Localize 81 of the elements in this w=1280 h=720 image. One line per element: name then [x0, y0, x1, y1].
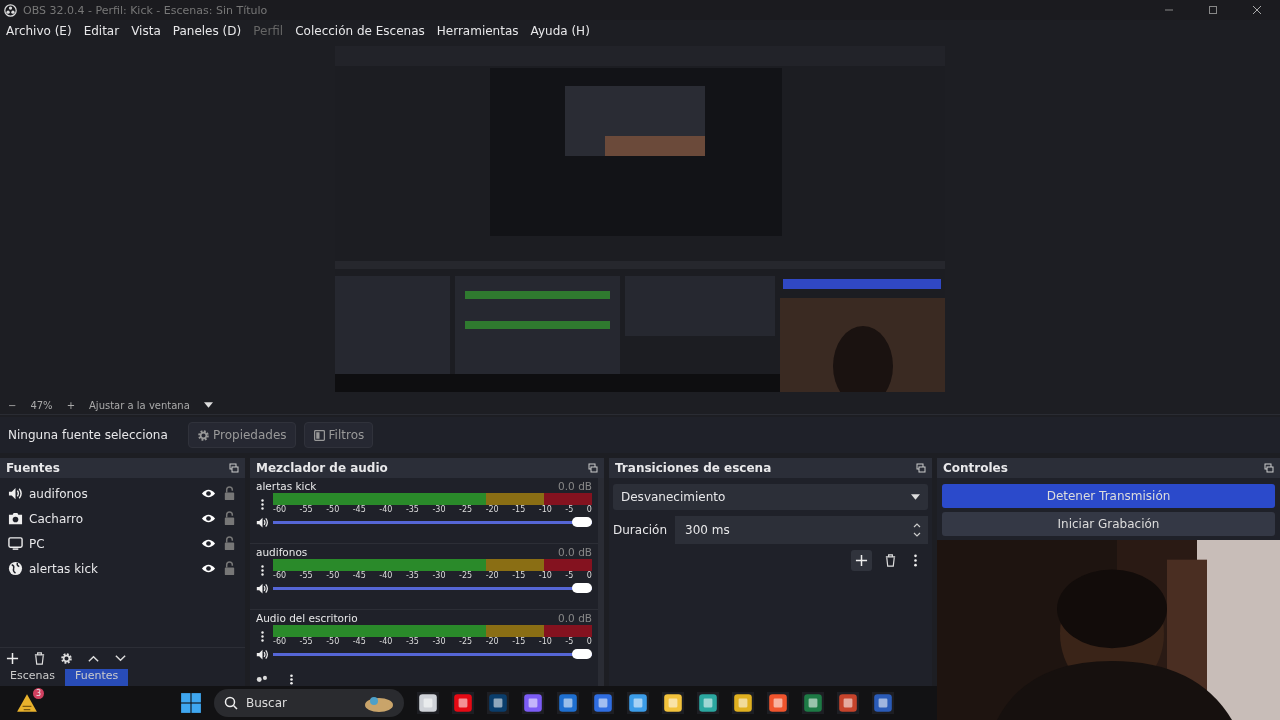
scale-label: -40: [379, 505, 393, 515]
duration-label: Duración: [613, 523, 667, 537]
db-reading: 0.0 dB: [558, 480, 592, 492]
menu-item[interactable]: Editar: [83, 24, 120, 38]
source-item[interactable]: Cacharro: [0, 506, 245, 531]
db-reading: 0.0 dB: [558, 546, 592, 558]
scale-label: -45: [352, 505, 366, 515]
scale-label: -30: [432, 505, 446, 515]
dock-title: Fuentes: [6, 461, 60, 475]
selection-status: Ninguna fuente selecciona: [8, 428, 169, 442]
dock-title: Transiciones de escena: [615, 461, 772, 475]
scale-label: -25: [459, 505, 473, 515]
scale-label: -5: [565, 637, 574, 647]
control-button[interactable]: Iniciar Grabación: [942, 512, 1275, 536]
source-item[interactable]: PC: [0, 531, 245, 556]
search-field[interactable]: Buscar: [214, 689, 404, 717]
menu-item[interactable]: Archivo (E): [6, 24, 72, 38]
scale-label: -20: [485, 505, 499, 515]
scale-label: -15: [512, 505, 526, 515]
scale-label: -10: [538, 505, 552, 515]
scale-label: -35: [405, 637, 419, 647]
scale-label: -5: [565, 505, 574, 515]
scale-label: -20: [485, 637, 499, 647]
db-reading: 0.0 dB: [558, 612, 592, 624]
scale-label: -60: [273, 505, 287, 515]
duration-field[interactable]: 300 ms: [675, 516, 928, 544]
menu-item[interactable]: Herramientas: [436, 24, 519, 38]
scale-label: -60: [273, 571, 287, 581]
scale-label: -60: [273, 637, 287, 647]
dock-title: Mezclador de audio: [256, 461, 388, 475]
source-name: Cacharro: [29, 511, 85, 526]
channel-name: alertas kick: [256, 480, 317, 492]
scale-label: -25: [459, 637, 473, 647]
scale-label: -40: [379, 637, 393, 647]
scale-label: -20: [485, 571, 499, 581]
zoom-level: 47%: [30, 399, 53, 411]
notification-badge: 3: [33, 688, 44, 699]
dock-tab[interactable]: Escenas: [0, 669, 65, 686]
scale-label: -15: [512, 637, 526, 647]
fit-window-dropdown[interactable]: Ajustar a la ventana: [89, 399, 190, 411]
source-item[interactable]: alertas kick: [0, 556, 245, 581]
scale-label: 0: [586, 571, 592, 581]
scale-label: -30: [432, 637, 446, 647]
scale-label: -40: [379, 571, 393, 581]
scale-label: -50: [326, 571, 340, 581]
control-button[interactable]: Detener Transmisión: [942, 484, 1275, 508]
dock-title: Controles: [943, 461, 1008, 475]
menu-item[interactable]: Paneles (D): [172, 24, 242, 38]
zoom-out-button[interactable]: −: [8, 399, 17, 411]
scale-label: 0: [586, 505, 592, 515]
zoom-in-button[interactable]: +: [66, 399, 75, 411]
transition-dropdown[interactable]: Desvanecimiento: [613, 484, 928, 510]
scale-label: -5: [565, 571, 574, 581]
scale-label: -45: [352, 571, 366, 581]
scale-label: -30: [432, 571, 446, 581]
scale-label: 0: [586, 637, 592, 647]
properties-button[interactable]: Propiedades: [188, 422, 296, 448]
window-title: OBS 32.0.4 - Perfil: Kick - Escenas: Sin Título: [23, 3, 268, 17]
source-name: PC: [29, 536, 46, 551]
menu-item[interactable]: Ayuda (H): [530, 24, 590, 38]
scale-label: -25: [459, 571, 473, 581]
source-item[interactable]: audifonos: [0, 481, 245, 506]
scale-label: -10: [538, 571, 552, 581]
scale-label: -50: [326, 505, 340, 515]
scale-label: -55: [299, 637, 313, 647]
scale-label: -10: [538, 637, 552, 647]
menu-item[interactable]: Vista: [131, 24, 161, 38]
source-name: audifonos: [29, 486, 89, 501]
channel-name: Audio del escritorio: [256, 612, 358, 624]
scale-label: -35: [405, 571, 419, 581]
scale-label: -45: [352, 637, 366, 647]
filters-button[interactable]: Filtros: [303, 422, 374, 448]
scale-label: -55: [299, 571, 313, 581]
scale-label: -55: [299, 505, 313, 515]
source-name: alertas kick: [29, 561, 99, 576]
channel-name: audifonos: [256, 546, 308, 558]
menu-item[interactable]: Colección de Escenas: [295, 24, 425, 38]
scale-label: -35: [405, 505, 419, 515]
scale-label: -50: [326, 637, 340, 647]
dock-tab[interactable]: Fuentes: [64, 669, 129, 686]
scale-label: -15: [512, 571, 526, 581]
